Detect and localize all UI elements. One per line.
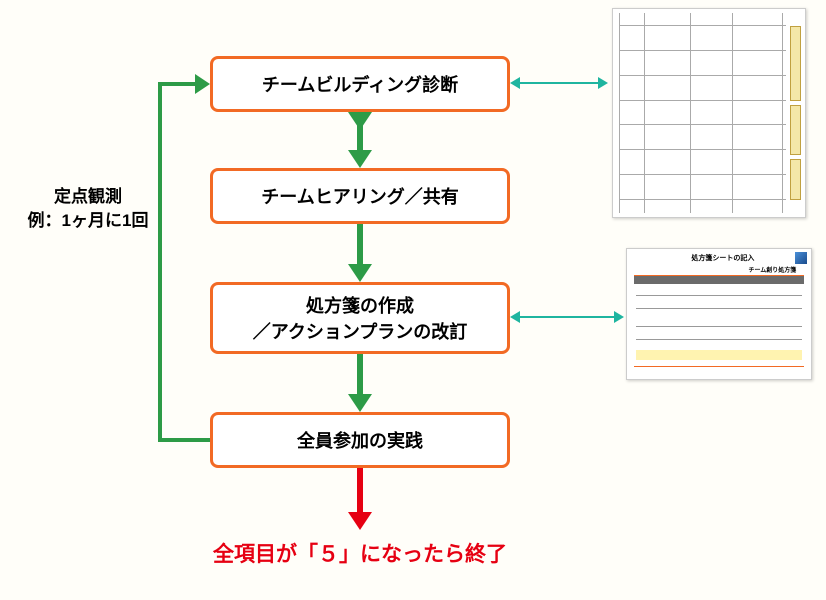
arrow-3to4-head (348, 394, 372, 412)
end-text: 全項目が「５」になったら終了 (210, 538, 510, 568)
box-step2-label: チームヒアリング／共有 (261, 183, 458, 209)
connector-2-left (510, 311, 520, 323)
connector-2-right (614, 311, 624, 323)
box-step3: 処方箋の作成 ／アクションプランの改訂 (210, 282, 510, 354)
connector-1-right (598, 77, 608, 89)
thumbnail-diagnosis-sheet (612, 8, 806, 218)
connector-1-left (510, 77, 520, 89)
box-step1: チームビルディング診断 (210, 56, 510, 112)
arrow-1to2-head (348, 150, 372, 168)
side-label: 定点観測 例：1ヶ月に1回 (18, 185, 158, 233)
thumb2-subtitle: チーム創り処方箋 (748, 265, 796, 274)
thumbnail-prescription-sheet: 処方箋シートの記入 チーム創り処方箋 (626, 248, 812, 380)
loop-arrow-head (195, 74, 210, 94)
arrow-1to2-line (357, 112, 363, 150)
box-step3-label: 処方箋の作成 ／アクションプランの改訂 (253, 292, 468, 344)
loop-line-bottom (158, 438, 210, 442)
arrow-3to4-line (357, 354, 363, 394)
loop-line-top (158, 82, 196, 86)
arrow-2to3-line (357, 224, 363, 264)
loop-line-vert (158, 82, 162, 442)
thumb2-highlight (636, 350, 802, 360)
thumb2-header-bar (634, 276, 803, 284)
arrow-end-line (357, 468, 363, 512)
box-step2: チームヒアリング／共有 (210, 168, 510, 224)
thumb2-title: 処方箋シートの記入 (691, 253, 754, 263)
arrow-end-head (348, 512, 372, 530)
arrow-2to3-head (348, 264, 372, 282)
connector-2 (518, 316, 614, 318)
box-step4-label: 全員参加の実践 (297, 427, 423, 453)
box-step4: 全員参加の実践 (210, 412, 510, 468)
thumb2-corner-icon (795, 252, 807, 264)
box-step1-label: チームビルディング診断 (262, 71, 458, 97)
connector-1 (518, 82, 598, 84)
